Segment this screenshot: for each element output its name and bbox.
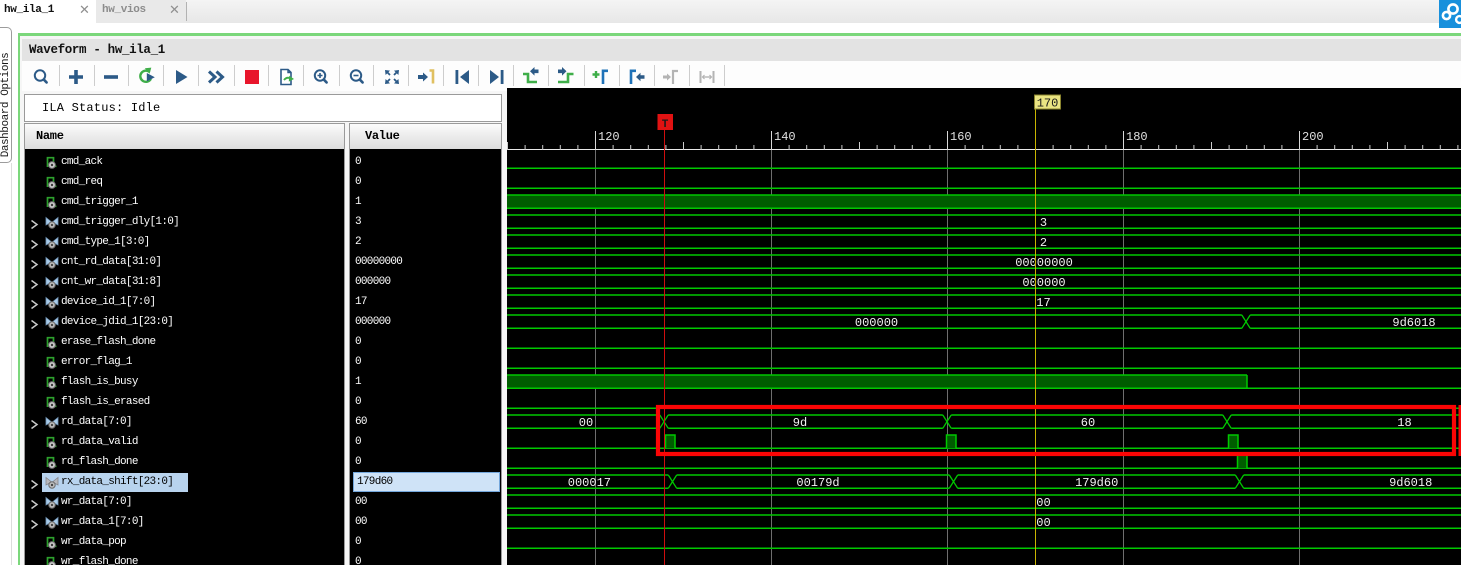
- svg-text:17: 17: [1036, 296, 1050, 310]
- svg-text:9d6018: 9d6018: [1392, 316, 1435, 330]
- svg-text:T: T: [662, 119, 669, 131]
- svg-text:60: 60: [1081, 416, 1095, 430]
- svg-text:9d6018: 9d6018: [1389, 476, 1432, 490]
- svg-text:200: 200: [1302, 130, 1324, 144]
- svg-text:170: 170: [1037, 97, 1059, 111]
- svg-text:3: 3: [1040, 216, 1047, 230]
- svg-text:00: 00: [579, 416, 593, 430]
- svg-text:00179d: 00179d: [796, 476, 839, 490]
- svg-text:000000: 000000: [855, 316, 898, 330]
- svg-text:00: 00: [1036, 516, 1050, 530]
- svg-text:160: 160: [950, 130, 972, 144]
- svg-text:00: 00: [1036, 496, 1050, 510]
- svg-text:000017: 000017: [568, 476, 611, 490]
- svg-text:120: 120: [598, 130, 620, 144]
- svg-text:9d: 9d: [793, 416, 807, 430]
- svg-text:2: 2: [1040, 236, 1047, 250]
- svg-text:179d60: 179d60: [1075, 476, 1118, 490]
- svg-text:000000: 000000: [1022, 276, 1065, 290]
- svg-text:180: 180: [1126, 130, 1148, 144]
- svg-text:140: 140: [774, 130, 796, 144]
- svg-text:00000000: 00000000: [1015, 256, 1073, 270]
- svg-text:18: 18: [1397, 416, 1411, 430]
